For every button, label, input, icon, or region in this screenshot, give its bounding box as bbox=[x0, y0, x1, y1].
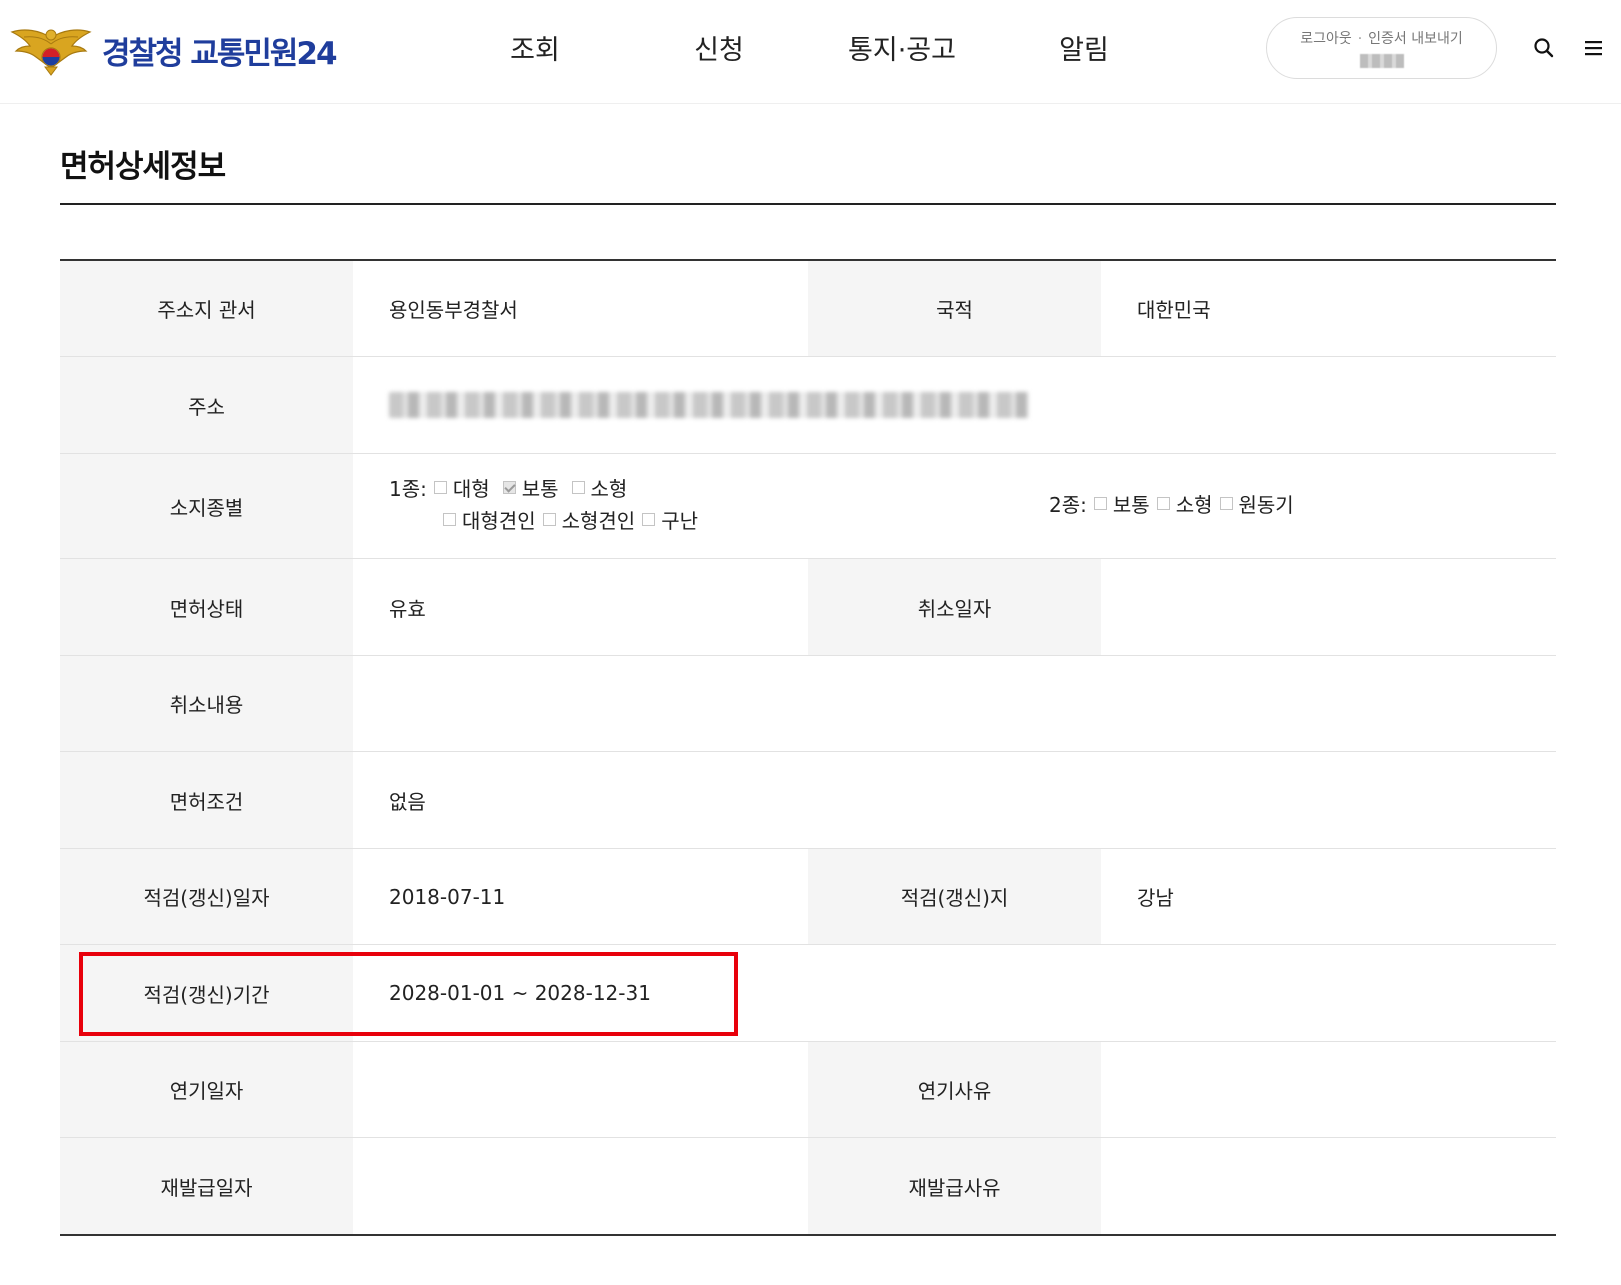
nav-item-alerts[interactable]: 알림 bbox=[1014, 28, 1154, 67]
util-separator: · bbox=[1357, 31, 1363, 47]
class1-large-label: 대형 bbox=[452, 477, 490, 501]
status-value: 유효 bbox=[389, 596, 426, 621]
jurisdiction-value: 용인동부경찰서 bbox=[389, 298, 518, 322]
checkbox-class1-small[interactable] bbox=[571, 481, 585, 494]
class1-label: 1종: bbox=[389, 477, 427, 501]
class2-normal-label: 보통 bbox=[1112, 493, 1150, 517]
reissue-date-label: 재발급일자 bbox=[60, 1138, 353, 1234]
cancel-date-label: 취소일자 bbox=[808, 559, 1101, 655]
class1-normal-label: 보통 bbox=[521, 477, 559, 501]
cancel-detail-value bbox=[353, 656, 1556, 751]
reissue-reason-label: 재발급사유 bbox=[808, 1138, 1101, 1234]
checkbox-class1-large-towing[interactable] bbox=[443, 513, 456, 526]
masked-address bbox=[389, 392, 1029, 418]
postpone-reason-label: 연기사유 bbox=[808, 1042, 1101, 1137]
license-type-value: 1종: 대형 보통 소형 대형견인 소형견인 구난 2종: 보통 소형 원동기 bbox=[353, 454, 1556, 558]
checkbox-class1-wrecker[interactable] bbox=[642, 513, 656, 526]
postpone-date-value bbox=[353, 1042, 808, 1137]
logout-link[interactable]: 로그아웃 bbox=[1300, 31, 1352, 47]
page-title: 면허상세정보 bbox=[60, 149, 226, 185]
checkbox-class1-large[interactable] bbox=[433, 481, 447, 494]
checkbox-class2-small[interactable] bbox=[1156, 497, 1170, 510]
table-row: 주소지 관서 용인동부경찰서 국적 대한민국 bbox=[60, 261, 1556, 357]
highlight-box bbox=[79, 952, 738, 1036]
class1-row-2: 대형견인 소형견인 구난 bbox=[436, 505, 698, 534]
postpone-date-label: 연기일자 bbox=[60, 1042, 353, 1137]
status-label: 면허상태 bbox=[60, 559, 353, 655]
jurisdiction-label: 주소지 관서 bbox=[60, 261, 353, 356]
nav-item-inquiry[interactable]: 조회 bbox=[465, 28, 605, 67]
menu-button[interactable] bbox=[1582, 36, 1606, 60]
nav-item-notice[interactable]: 통지·공고 bbox=[832, 28, 972, 67]
renewal-place-label: 적검(갱신)지 bbox=[808, 849, 1101, 944]
table-row: 연기일자 연기사유 bbox=[60, 1042, 1556, 1138]
table-row: 면허상태 유효 취소일자 bbox=[60, 559, 1556, 656]
search-button[interactable] bbox=[1532, 36, 1556, 60]
cert-export-link[interactable]: 인증서 내보내기 bbox=[1368, 31, 1463, 47]
renewal-date-label: 적검(갱신)일자 bbox=[60, 849, 353, 944]
license-detail-table: 주소지 관서 용인동부경찰서 국적 대한민국 주소 소지종별 1종: 대형 보통… bbox=[60, 259, 1556, 1236]
checkbox-class2-normal[interactable] bbox=[1093, 497, 1107, 510]
user-util-box: 로그아웃 · 인증서 내보내기 bbox=[1266, 17, 1497, 79]
title-divider bbox=[60, 203, 1556, 205]
table-row: 취소내용 bbox=[60, 656, 1556, 752]
class1-small-label: 소형 bbox=[590, 477, 628, 501]
table-row: 면허조건 없음 bbox=[60, 752, 1556, 849]
condition-label: 면허조건 bbox=[60, 752, 353, 848]
site-header: 경찰청 교통민원24 조회 신청 통지·공고 알림 로그아웃 · 인증서 내보내기 bbox=[0, 0, 1621, 104]
license-type-label: 소지종별 bbox=[60, 454, 353, 558]
class1-row-1: 1종: 대형 보통 소형 bbox=[389, 473, 633, 502]
checkbox-class1-normal[interactable] bbox=[502, 481, 516, 494]
table-row: 적검(갱신)일자 2018-07-11 적검(갱신)지 강남 bbox=[60, 849, 1556, 945]
cancel-date-value bbox=[1101, 559, 1556, 655]
nationality-value: 대한민국 bbox=[1137, 298, 1211, 322]
class1-wrecker-label: 구난 bbox=[661, 509, 699, 533]
class2-small-label: 소형 bbox=[1175, 493, 1213, 517]
masked-username bbox=[1359, 54, 1404, 68]
class2-motorized-label: 원동기 bbox=[1238, 493, 1294, 517]
condition-value: 없음 bbox=[389, 789, 426, 814]
postpone-reason-value bbox=[1101, 1042, 1556, 1137]
checkbox-class2-motorized[interactable] bbox=[1219, 497, 1233, 510]
renewal-date-value: 2018-07-11 bbox=[389, 884, 506, 909]
checkbox-class1-small-towing[interactable] bbox=[542, 513, 556, 526]
table-row: 재발급일자 재발급사유 bbox=[60, 1138, 1556, 1234]
address-label: 주소 bbox=[60, 357, 353, 453]
cancel-detail-label: 취소내용 bbox=[60, 656, 353, 751]
table-row: 주소 bbox=[60, 357, 1556, 454]
table-row: 소지종별 1종: 대형 보통 소형 대형견인 소형견인 구난 2종: 보통 소형… bbox=[60, 454, 1556, 559]
search-icon bbox=[1534, 38, 1554, 58]
reissue-reason-value bbox=[1101, 1138, 1556, 1234]
class1-small-towing-label: 소형견인 bbox=[561, 509, 636, 533]
class1-large-towing-label: 대형견인 bbox=[462, 509, 536, 533]
reissue-date-value bbox=[353, 1138, 808, 1234]
nav-item-application[interactable]: 신청 bbox=[649, 28, 789, 67]
renewal-place-value: 강남 bbox=[1137, 886, 1174, 910]
class2-row: 2종: 보통 소형 원동기 bbox=[1049, 489, 1294, 518]
address-value bbox=[353, 357, 1556, 453]
class2-label: 2종: bbox=[1049, 493, 1087, 517]
menu-icon bbox=[1585, 41, 1602, 56]
nationality-label: 국적 bbox=[808, 261, 1101, 356]
